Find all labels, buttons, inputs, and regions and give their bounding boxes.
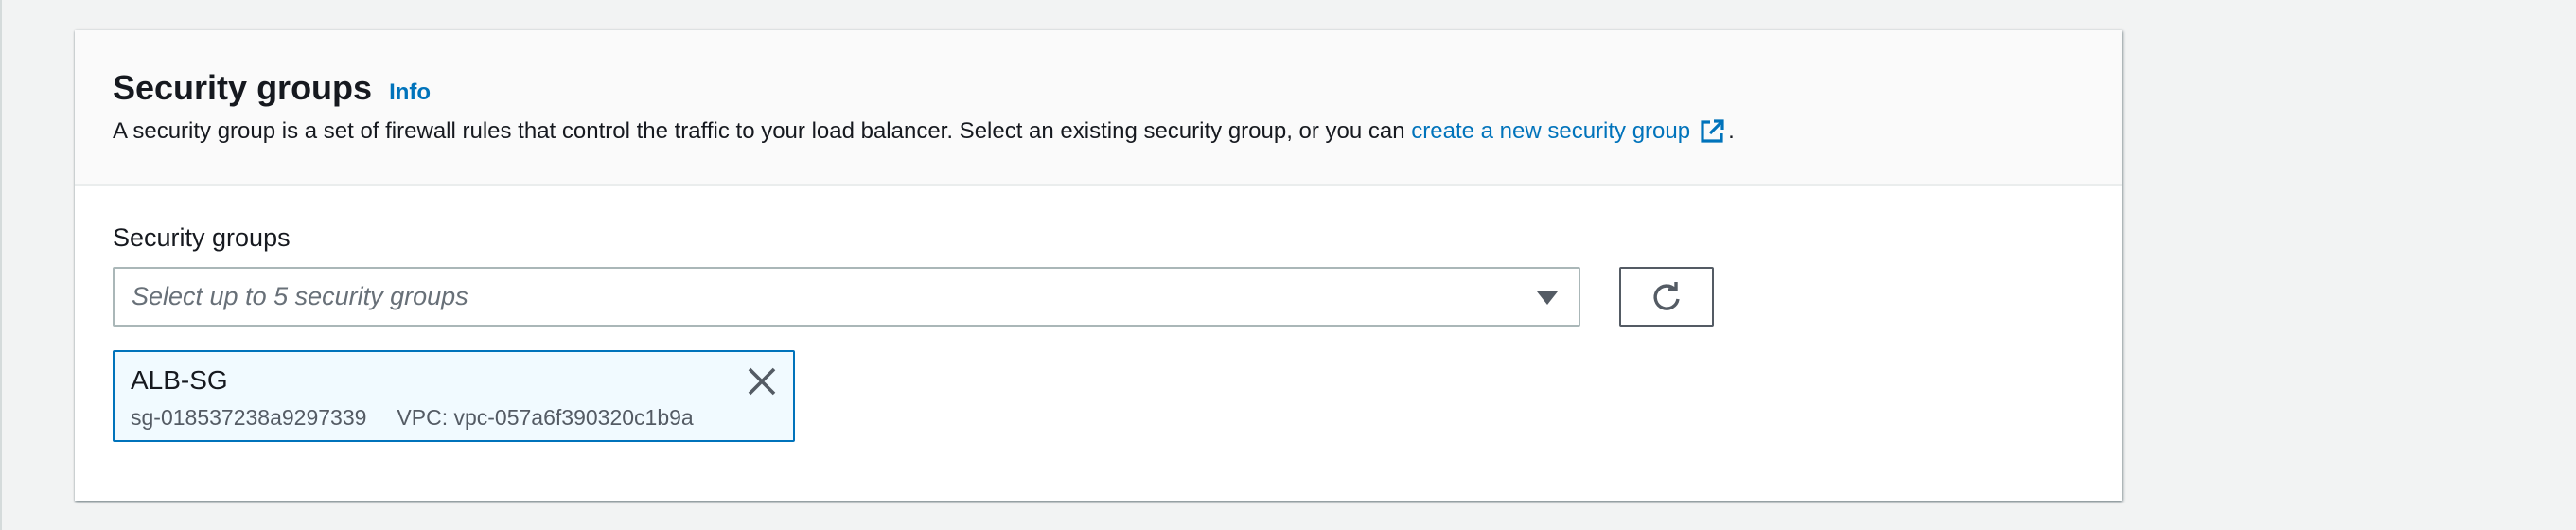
refresh-icon: [1653, 281, 1680, 310]
info-link[interactable]: Info: [389, 80, 431, 106]
panel-title-row: Security groups Info: [113, 68, 431, 108]
security-groups-panel: Security groups Info A security group is…: [75, 30, 2122, 501]
panel-header: Security groups Info A security group is…: [75, 30, 2122, 186]
external-link-icon[interactable]: [1698, 117, 1726, 146]
security-groups-label: Security groups: [113, 223, 291, 252]
caret-down-icon: [1537, 292, 1558, 305]
token-group-name: ALB-SG: [131, 365, 228, 395]
panel-title: Security groups: [113, 68, 373, 107]
description-text: A security group is a set of firewall ru…: [113, 118, 1412, 144]
token-details: sg-018537238a9297339 VPC: vpc-057a6f39032…: [131, 405, 694, 431]
create-security-group-link[interactable]: create a new security group: [1411, 118, 1690, 145]
token-vpc-id: VPC: vpc-057a6f390320c1b9a: [397, 405, 694, 430]
selected-security-group-token: ALB-SG sg-018537238a9297339 VPC: vpc-057a…: [113, 350, 795, 442]
refresh-button[interactable]: [1619, 267, 1714, 327]
remove-token-button[interactable]: [746, 365, 778, 398]
select-placeholder: Select up to 5 security groups: [132, 282, 468, 310]
panel-description: A security group is a set of firewall ru…: [113, 117, 1735, 146]
token-group-id: sg-018537238a9297339: [131, 405, 367, 430]
page-left-border: [0, 0, 2, 530]
close-icon: [748, 367, 776, 396]
description-period: .: [1728, 118, 1735, 144]
security-groups-select[interactable]: Select up to 5 security groups: [113, 267, 1580, 327]
